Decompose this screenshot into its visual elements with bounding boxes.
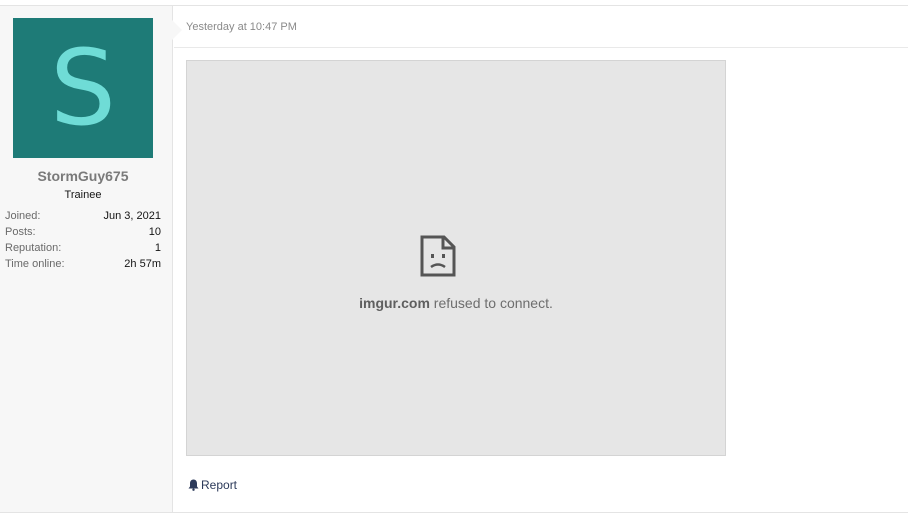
post-timestamp[interactable]: Yesterday at 10:47 PM xyxy=(186,21,297,33)
report-label: Report xyxy=(201,478,238,492)
message-header: Yesterday at 10:47 PM xyxy=(174,6,908,48)
refused-message: imgur.com refused to connect. xyxy=(187,295,725,311)
forum-post: S StormGuy675 Trainee Joined: Jun 3, 202… xyxy=(0,5,908,513)
stat-label: Reputation: xyxy=(5,242,62,254)
refused-text: refused to connect. xyxy=(429,295,553,311)
user-info-panel: S StormGuy675 Trainee Joined: Jun 3, 202… xyxy=(0,6,173,512)
stat-value: 1 xyxy=(154,242,161,254)
avatar[interactable]: S xyxy=(13,18,153,158)
embedded-frame: imgur.com refused to connect. xyxy=(186,60,726,456)
stat-value: Jun 3, 2021 xyxy=(103,210,162,222)
user-stats: Joined: Jun 3, 2021 Posts: 10 Reputation… xyxy=(5,208,161,272)
stat-value: 2h 57m xyxy=(124,258,161,270)
stat-label: Joined: xyxy=(5,210,41,222)
stat-row-reputation: Reputation: 1 xyxy=(5,240,161,256)
user-title: Trainee xyxy=(64,189,102,201)
stat-row-joined: Joined: Jun 3, 2021 xyxy=(5,208,161,224)
username[interactable]: StormGuy675 xyxy=(0,168,166,184)
report-button[interactable]: Report xyxy=(188,478,237,492)
stat-label: Time online: xyxy=(5,258,65,270)
stat-row-posts: Posts: 10 xyxy=(5,224,161,240)
bell-icon xyxy=(188,479,199,491)
stat-value: 10 xyxy=(148,226,161,238)
message-body: Yesterday at 10:47 PM imgur.com refused … xyxy=(174,6,908,512)
refused-host: imgur.com xyxy=(359,295,430,311)
sad-document-icon xyxy=(420,235,456,277)
stat-row-time-online: Time online: 2h 57m xyxy=(5,256,161,272)
stat-label: Posts: xyxy=(5,226,36,238)
